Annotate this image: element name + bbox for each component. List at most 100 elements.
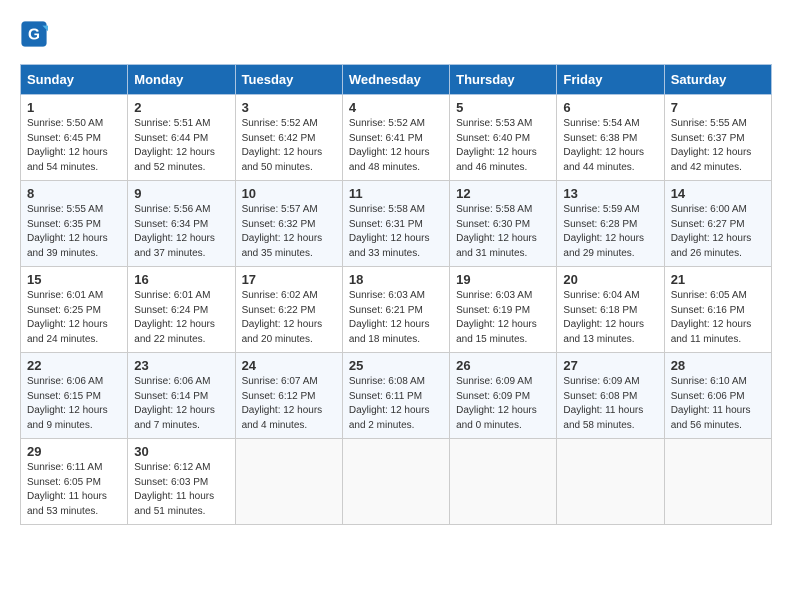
day-number: 1 bbox=[27, 100, 121, 115]
day-cell bbox=[664, 439, 771, 525]
day-cell: 15 Sunrise: 6:01 AM Sunset: 6:25 PM Dayli… bbox=[21, 267, 128, 353]
col-header-monday: Monday bbox=[128, 65, 235, 95]
day-cell: 9 Sunrise: 5:56 AM Sunset: 6:34 PM Daylig… bbox=[128, 181, 235, 267]
day-cell: 27Sunrise: 6:09 AM Sunset: 6:08 PM Dayli… bbox=[557, 353, 664, 439]
day-number: 17 bbox=[242, 272, 336, 287]
day-cell: 14Sunrise: 6:00 AM Sunset: 6:27 PM Dayli… bbox=[664, 181, 771, 267]
day-number: 2 bbox=[134, 100, 228, 115]
col-header-friday: Friday bbox=[557, 65, 664, 95]
day-number: 7 bbox=[671, 100, 765, 115]
week-row-4: 22 Sunrise: 6:06 AM Sunset: 6:15 PM Dayli… bbox=[21, 353, 772, 439]
day-cell: 26 Sunrise: 6:09 AM Sunset: 6:09 PM Dayli… bbox=[450, 353, 557, 439]
day-cell: 13Sunrise: 5:59 AM Sunset: 6:28 PM Dayli… bbox=[557, 181, 664, 267]
day-info: Sunrise: 6:11 AM Sunset: 6:05 PM Dayligh… bbox=[27, 461, 121, 519]
day-cell: 4Sunrise: 5:52 AM Sunset: 6:41 PM Daylig… bbox=[342, 95, 449, 181]
day-cell bbox=[235, 439, 342, 525]
day-cell: 17Sunrise: 6:02 AM Sunset: 6:22 PM Dayli… bbox=[235, 267, 342, 353]
day-number: 30 bbox=[134, 444, 228, 459]
day-number: 28 bbox=[671, 358, 765, 373]
col-header-wednesday: Wednesday bbox=[342, 65, 449, 95]
day-info: Sunrise: 6:08 AM Sunset: 6:11 PM Dayligh… bbox=[349, 375, 443, 433]
day-number: 20 bbox=[563, 272, 657, 287]
day-info: Sunrise: 5:53 AM Sunset: 6:40 PM Dayligh… bbox=[456, 117, 550, 175]
logo: G bbox=[20, 20, 52, 48]
week-row-3: 15 Sunrise: 6:01 AM Sunset: 6:25 PM Dayli… bbox=[21, 267, 772, 353]
day-info: Sunrise: 5:51 AM Sunset: 6:44 PM Dayligh… bbox=[134, 117, 228, 175]
day-info: Sunrise: 5:50 AM Sunset: 6:45 PM Dayligh… bbox=[27, 117, 121, 175]
day-info: Sunrise: 6:03 AM Sunset: 6:19 PM Dayligh… bbox=[456, 289, 550, 347]
day-info: Sunrise: 5:58 AM Sunset: 6:30 PM Dayligh… bbox=[456, 203, 550, 261]
week-row-1: 1 Sunrise: 5:50 AM Sunset: 6:45 PM Daylig… bbox=[21, 95, 772, 181]
day-info: Sunrise: 6:01 AM Sunset: 6:24 PM Dayligh… bbox=[134, 289, 228, 347]
col-header-sunday: Sunday bbox=[21, 65, 128, 95]
day-number: 8 bbox=[27, 186, 121, 201]
day-cell bbox=[450, 439, 557, 525]
header-row: SundayMondayTuesdayWednesdayThursdayFrid… bbox=[21, 65, 772, 95]
day-cell: 11 Sunrise: 5:58 AM Sunset: 6:31 PM Dayli… bbox=[342, 181, 449, 267]
day-number: 22 bbox=[27, 358, 121, 373]
day-cell: 7 Sunrise: 5:55 AM Sunset: 6:37 PM Daylig… bbox=[664, 95, 771, 181]
day-number: 12 bbox=[456, 186, 550, 201]
day-number: 24 bbox=[242, 358, 336, 373]
day-info: Sunrise: 6:06 AM Sunset: 6:14 PM Dayligh… bbox=[134, 375, 228, 433]
day-info: Sunrise: 6:12 AM Sunset: 6:03 PM Dayligh… bbox=[134, 461, 228, 519]
day-number: 14 bbox=[671, 186, 765, 201]
day-cell: 2 Sunrise: 5:51 AM Sunset: 6:44 PM Daylig… bbox=[128, 95, 235, 181]
col-header-thursday: Thursday bbox=[450, 65, 557, 95]
day-number: 29 bbox=[27, 444, 121, 459]
day-info: Sunrise: 5:58 AM Sunset: 6:31 PM Dayligh… bbox=[349, 203, 443, 261]
day-info: Sunrise: 6:09 AM Sunset: 6:08 PM Dayligh… bbox=[563, 375, 657, 433]
calendar-table: SundayMondayTuesdayWednesdayThursdayFrid… bbox=[20, 64, 772, 525]
day-cell bbox=[342, 439, 449, 525]
day-info: Sunrise: 6:10 AM Sunset: 6:06 PM Dayligh… bbox=[671, 375, 765, 433]
day-number: 4 bbox=[349, 100, 443, 115]
day-cell bbox=[557, 439, 664, 525]
col-header-tuesday: Tuesday bbox=[235, 65, 342, 95]
day-number: 13 bbox=[563, 186, 657, 201]
day-info: Sunrise: 6:07 AM Sunset: 6:12 PM Dayligh… bbox=[242, 375, 336, 433]
day-cell: 16 Sunrise: 6:01 AM Sunset: 6:24 PM Dayli… bbox=[128, 267, 235, 353]
day-info: Sunrise: 6:04 AM Sunset: 6:18 PM Dayligh… bbox=[563, 289, 657, 347]
day-cell: 25 Sunrise: 6:08 AM Sunset: 6:11 PM Dayli… bbox=[342, 353, 449, 439]
week-row-2: 8 Sunrise: 5:55 AM Sunset: 6:35 PM Daylig… bbox=[21, 181, 772, 267]
day-cell: 28 Sunrise: 6:10 AM Sunset: 6:06 PM Dayli… bbox=[664, 353, 771, 439]
day-cell: 1 Sunrise: 5:50 AM Sunset: 6:45 PM Daylig… bbox=[21, 95, 128, 181]
day-cell: 6 Sunrise: 5:54 AM Sunset: 6:38 PM Daylig… bbox=[557, 95, 664, 181]
day-cell: 5Sunrise: 5:53 AM Sunset: 6:40 PM Daylig… bbox=[450, 95, 557, 181]
day-cell: 22 Sunrise: 6:06 AM Sunset: 6:15 PM Dayli… bbox=[21, 353, 128, 439]
day-number: 26 bbox=[456, 358, 550, 373]
day-cell: 12 Sunrise: 5:58 AM Sunset: 6:30 PM Dayli… bbox=[450, 181, 557, 267]
day-cell: 3 Sunrise: 5:52 AM Sunset: 6:42 PM Daylig… bbox=[235, 95, 342, 181]
day-info: Sunrise: 6:09 AM Sunset: 6:09 PM Dayligh… bbox=[456, 375, 550, 433]
day-cell: 30 Sunrise: 6:12 AM Sunset: 6:03 PM Dayli… bbox=[128, 439, 235, 525]
day-number: 15 bbox=[27, 272, 121, 287]
day-number: 9 bbox=[134, 186, 228, 201]
day-cell: 18 Sunrise: 6:03 AM Sunset: 6:21 PM Dayli… bbox=[342, 267, 449, 353]
svg-text:G: G bbox=[28, 27, 40, 44]
day-cell: 21Sunrise: 6:05 AM Sunset: 6:16 PM Dayli… bbox=[664, 267, 771, 353]
day-number: 18 bbox=[349, 272, 443, 287]
day-cell: 19 Sunrise: 6:03 AM Sunset: 6:19 PM Dayli… bbox=[450, 267, 557, 353]
day-info: Sunrise: 5:55 AM Sunset: 6:35 PM Dayligh… bbox=[27, 203, 121, 261]
day-info: Sunrise: 5:54 AM Sunset: 6:38 PM Dayligh… bbox=[563, 117, 657, 175]
day-number: 6 bbox=[563, 100, 657, 115]
col-header-saturday: Saturday bbox=[664, 65, 771, 95]
day-number: 10 bbox=[242, 186, 336, 201]
day-info: Sunrise: 6:01 AM Sunset: 6:25 PM Dayligh… bbox=[27, 289, 121, 347]
page-header: G bbox=[20, 20, 772, 48]
day-number: 3 bbox=[242, 100, 336, 115]
day-number: 16 bbox=[134, 272, 228, 287]
day-number: 11 bbox=[349, 186, 443, 201]
day-cell: 8 Sunrise: 5:55 AM Sunset: 6:35 PM Daylig… bbox=[21, 181, 128, 267]
week-row-5: 29 Sunrise: 6:11 AM Sunset: 6:05 PM Dayli… bbox=[21, 439, 772, 525]
day-cell: 23Sunrise: 6:06 AM Sunset: 6:14 PM Dayli… bbox=[128, 353, 235, 439]
day-info: Sunrise: 5:55 AM Sunset: 6:37 PM Dayligh… bbox=[671, 117, 765, 175]
day-info: Sunrise: 6:05 AM Sunset: 6:16 PM Dayligh… bbox=[671, 289, 765, 347]
day-info: Sunrise: 6:06 AM Sunset: 6:15 PM Dayligh… bbox=[27, 375, 121, 433]
day-cell: 24 Sunrise: 6:07 AM Sunset: 6:12 PM Dayli… bbox=[235, 353, 342, 439]
day-info: Sunrise: 6:03 AM Sunset: 6:21 PM Dayligh… bbox=[349, 289, 443, 347]
day-number: 25 bbox=[349, 358, 443, 373]
day-info: Sunrise: 5:56 AM Sunset: 6:34 PM Dayligh… bbox=[134, 203, 228, 261]
day-info: Sunrise: 5:52 AM Sunset: 6:42 PM Dayligh… bbox=[242, 117, 336, 175]
day-number: 19 bbox=[456, 272, 550, 287]
